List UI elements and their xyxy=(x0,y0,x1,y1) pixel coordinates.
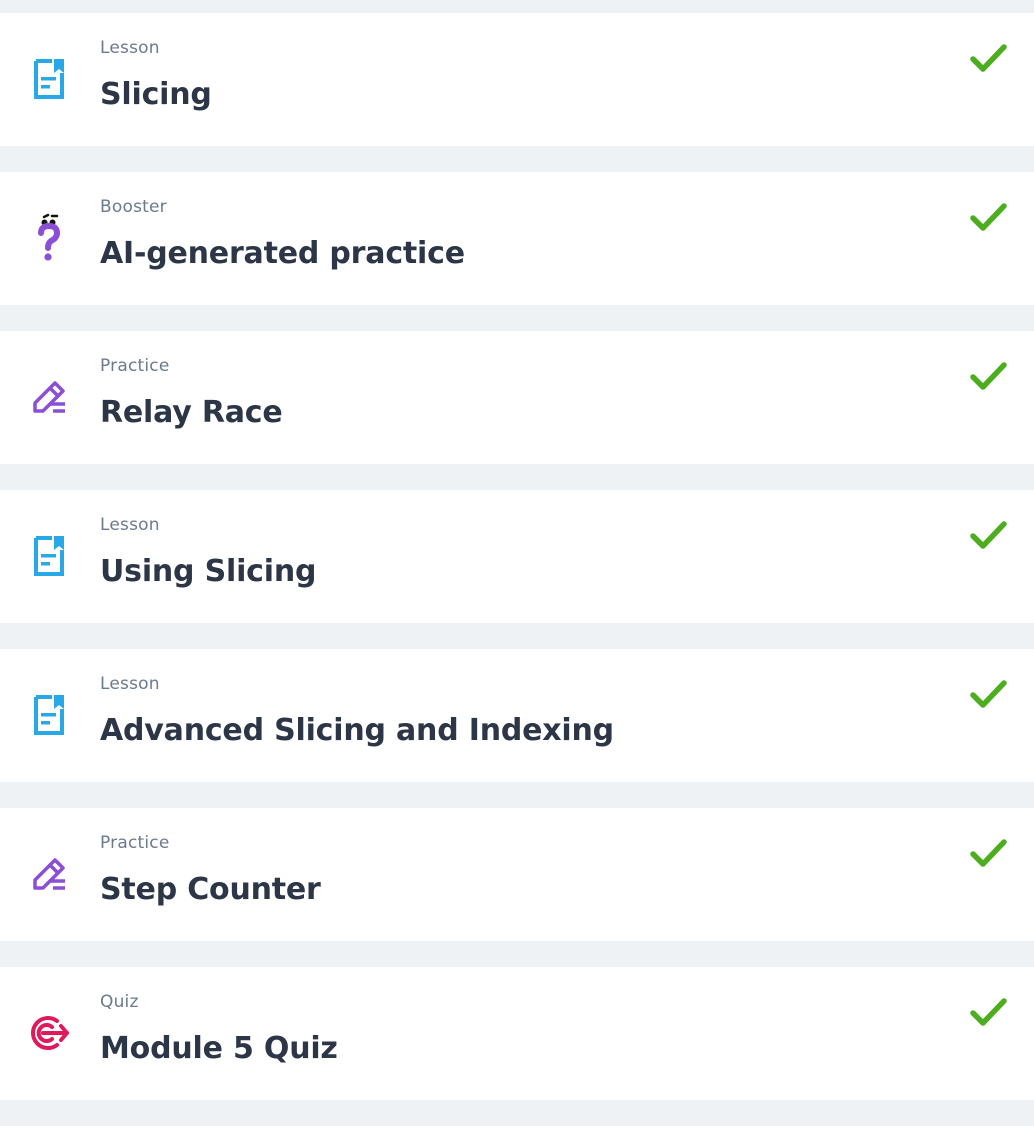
completed-check-icon xyxy=(968,516,1010,556)
target-icon xyxy=(26,1009,72,1057)
pencil-icon xyxy=(26,850,72,898)
item-kind-label: Booster xyxy=(100,197,167,217)
module-item-list: Lesson Slicing Booster AI-generated prac… xyxy=(0,13,1034,1126)
question-mark-icon xyxy=(26,213,72,262)
item-title: Module 5 Quiz xyxy=(100,1031,338,1066)
module-item-advanced-slicing-and-indexing[interactable]: Lesson Advanced Slicing and Indexing xyxy=(0,649,1034,782)
completed-check-icon xyxy=(968,357,1010,397)
item-title: Relay Race xyxy=(100,395,283,430)
module-item-step-counter[interactable]: Practice Step Counter xyxy=(0,808,1034,941)
item-title: Slicing xyxy=(100,77,212,112)
completed-check-icon xyxy=(968,675,1010,715)
lesson-document-icon xyxy=(26,55,72,103)
module-item-module-5-quiz[interactable]: Quiz Module 5 Quiz xyxy=(0,967,1034,1100)
item-title: Using Slicing xyxy=(100,554,317,589)
completed-check-icon xyxy=(968,198,1010,238)
item-kind-label: Quiz xyxy=(100,992,139,1012)
completed-check-icon xyxy=(968,834,1010,874)
item-kind-label: Practice xyxy=(100,356,170,376)
module-item-using-slicing[interactable]: Lesson Using Slicing xyxy=(0,490,1034,623)
completed-check-icon xyxy=(968,39,1010,79)
item-title: Advanced Slicing and Indexing xyxy=(100,713,614,748)
item-kind-label: Lesson xyxy=(100,674,160,694)
pencil-icon xyxy=(26,373,72,421)
lesson-document-icon xyxy=(26,532,72,580)
module-item-relay-race[interactable]: Practice Relay Race xyxy=(0,331,1034,464)
item-title: AI-generated practice xyxy=(100,236,465,271)
item-kind-label: Lesson xyxy=(100,515,160,535)
item-kind-label: Practice xyxy=(100,833,170,853)
completed-check-icon xyxy=(968,993,1010,1033)
item-title: Step Counter xyxy=(100,872,321,907)
module-item-slicing[interactable]: Lesson Slicing xyxy=(0,13,1034,146)
lesson-document-icon xyxy=(26,691,72,739)
module-item-ai-generated-practice[interactable]: Booster AI-generated practice xyxy=(0,172,1034,305)
item-kind-label: Lesson xyxy=(100,38,160,58)
